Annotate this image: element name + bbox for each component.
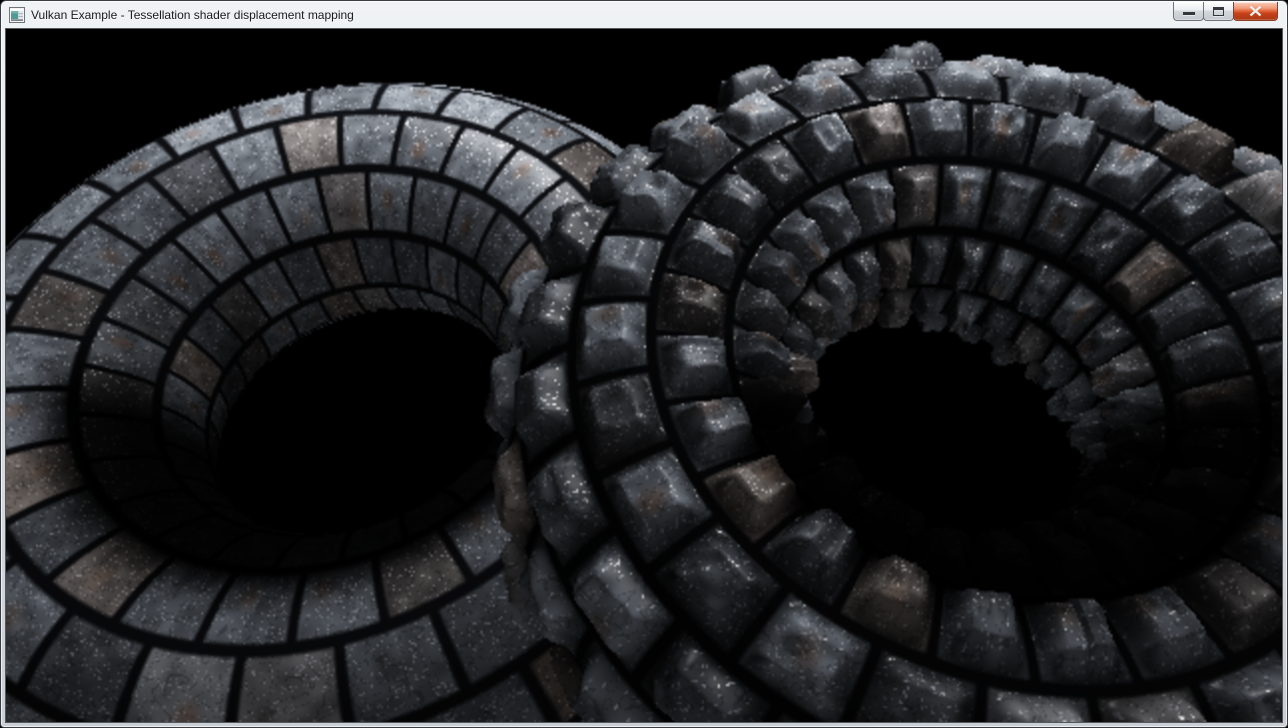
- window-title: Vulkan Example - Tessellation shader dis…: [31, 8, 354, 22]
- close-button[interactable]: [1233, 2, 1278, 21]
- maximize-button[interactable]: [1203, 2, 1234, 21]
- render-viewport[interactable]: [6, 29, 1282, 722]
- window-controls: [1174, 2, 1278, 21]
- app-window: Vulkan Example - Tessellation shader dis…: [0, 0, 1288, 728]
- render-area: [5, 28, 1283, 723]
- app-icon[interactable]: [9, 7, 25, 23]
- close-icon: [1248, 5, 1263, 17]
- minimize-button[interactable]: [1173, 2, 1204, 21]
- title-bar[interactable]: Vulkan Example - Tessellation shader dis…: [2, 2, 1286, 28]
- maximize-icon: [1213, 7, 1224, 16]
- minimize-icon: [1183, 12, 1195, 15]
